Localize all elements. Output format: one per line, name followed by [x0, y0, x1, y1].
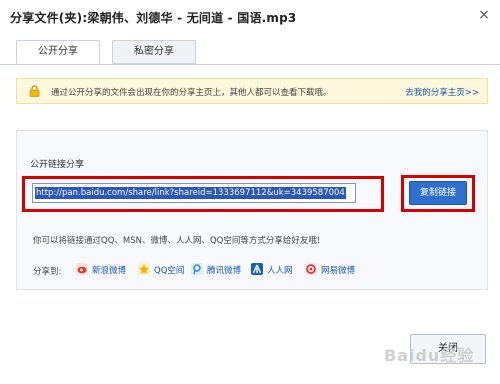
- qzone-icon: [138, 263, 150, 275]
- share-url-text: http://pan.baidu.com/share/link?shareid=…: [35, 187, 346, 199]
- tab-strip: 公开分享 私密分享: [0, 34, 500, 65]
- service-label: 人人网: [267, 266, 293, 276]
- notice-bar: 通过公开分享的文件会出现在你的分享主页上，其他人都可以查看下载哦。 去我的分享主…: [16, 78, 488, 104]
- service-label: QQ空间: [154, 266, 185, 276]
- service-label: 腾讯微博: [207, 266, 242, 276]
- share-netease-weibo[interactable]: 网易微博: [305, 263, 355, 277]
- renren-icon: [251, 263, 263, 275]
- tencent-weibo-icon: [191, 263, 203, 275]
- baidu-watermark: Baidu经验: [384, 346, 475, 365]
- service-label: 网易微博: [321, 266, 356, 276]
- public-link-label: 公开链接分享: [30, 160, 85, 170]
- tab-public-share[interactable]: 公开分享: [16, 40, 100, 64]
- notice-text: 通过公开分享的文件会出现在你的分享主页上，其他人都可以查看下载哦。: [51, 88, 332, 98]
- sina-weibo-icon: [76, 263, 88, 275]
- my-share-page-link[interactable]: 去我的分享主页>>: [405, 86, 479, 98]
- dialog-title: 分享文件(夹):梁朝伟、刘德华 - 无间道 - 国语.mp3: [10, 11, 297, 25]
- share-renren[interactable]: 人人网: [251, 263, 293, 277]
- netease-weibo-icon: [305, 263, 317, 275]
- lock-icon: [29, 85, 40, 97]
- close-icon[interactable]: ×: [476, 7, 492, 23]
- share-url-field[interactable]: http://pan.baidu.com/share/link?shareid=…: [32, 183, 356, 203]
- tab-private-share[interactable]: 私密分享: [112, 40, 196, 64]
- service-label: 新浪微博: [92, 266, 127, 276]
- share-hint-text: 你可以将链接通过QQ、MSN、微博、人人网、QQ空间等方式分享给好友哦!: [33, 236, 321, 246]
- dialog-titlebar: 分享文件(夹):梁朝伟、刘德华 - 无间道 - 国语.mp3 ×: [0, 0, 500, 32]
- copy-link-button[interactable]: 复制链接: [409, 181, 467, 205]
- share-to-label: 分享到:: [33, 267, 62, 277]
- share-tencent-weibo[interactable]: 腾讯微博: [191, 263, 241, 277]
- share-sina-weibo[interactable]: 新浪微博: [76, 263, 126, 277]
- share-qzone[interactable]: QQ空间: [138, 263, 184, 277]
